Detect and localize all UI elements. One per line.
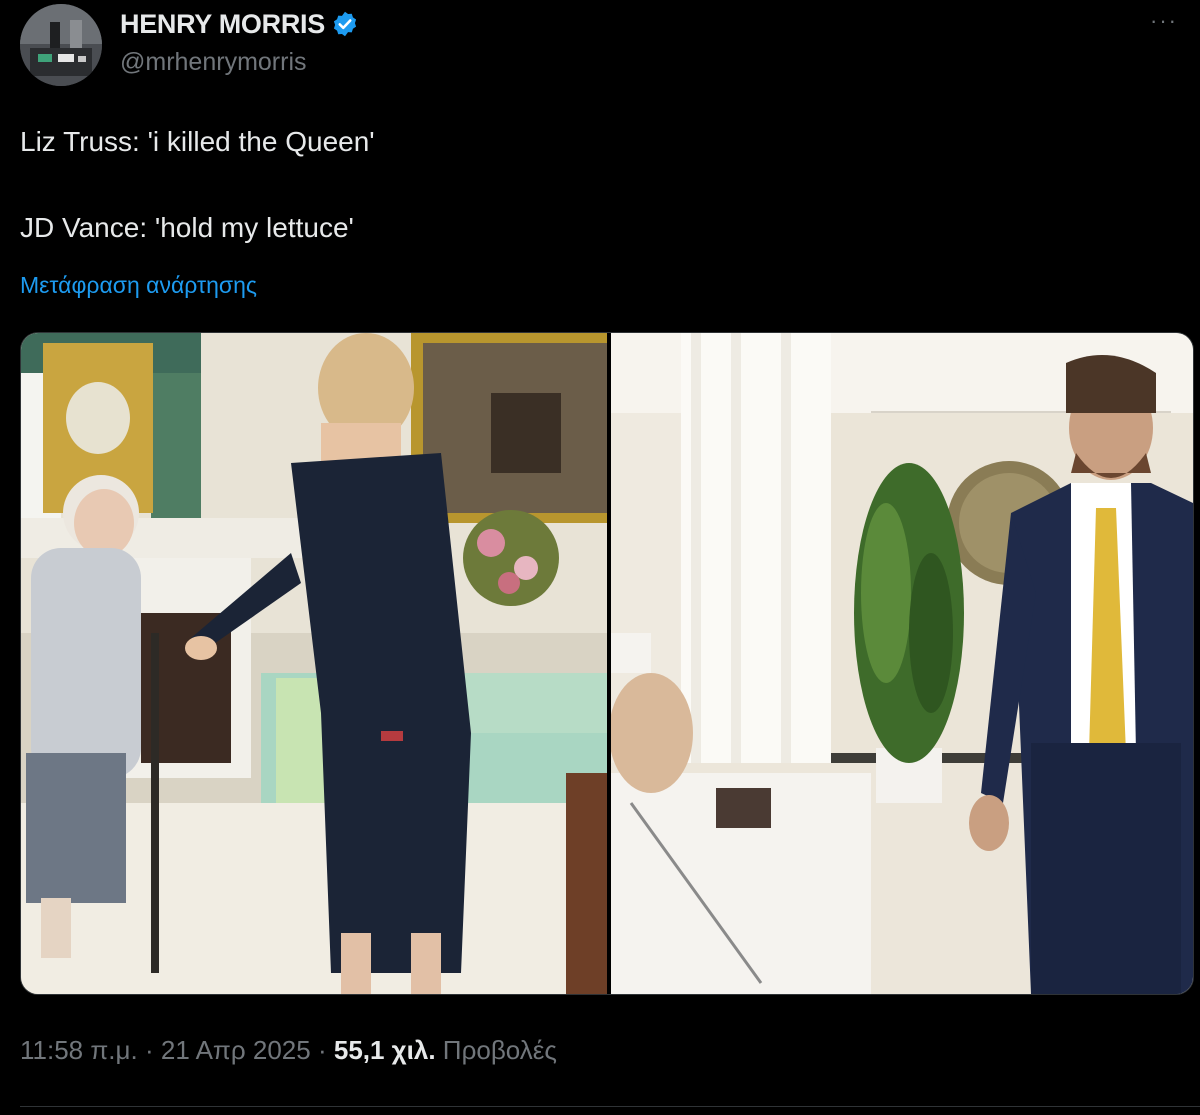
tweet-text-line: Liz Truss: 'i killed the Queen' xyxy=(20,126,375,157)
more-dots-icon[interactable]: ··· xyxy=(1150,8,1178,34)
views-label: Προβολές xyxy=(442,1035,557,1065)
author-info: HENRY MORRIS @mrhenrymorris xyxy=(120,6,359,77)
author-display-name[interactable]: HENRY MORRIS xyxy=(120,9,325,40)
views-count: 55,1 χιλ. xyxy=(333,1035,436,1065)
photo-right-image xyxy=(611,333,1193,994)
post-time[interactable]: 11:58 π.μ. xyxy=(20,1035,138,1065)
avatar-image xyxy=(20,4,102,86)
verified-badge-icon[interactable] xyxy=(331,10,359,38)
media-grid xyxy=(20,332,1194,995)
author-handle[interactable]: @mrhenrymorris xyxy=(120,48,359,77)
photo-right[interactable] xyxy=(611,333,1193,994)
photo-left[interactable] xyxy=(21,333,607,994)
tweet-text: Liz Truss: 'i killed the Queen' JD Vance… xyxy=(20,120,1170,249)
tweet-text-line: JD Vance: 'hold my lettuce' xyxy=(20,212,354,243)
author-avatar[interactable] xyxy=(20,4,102,86)
divider xyxy=(20,1106,1200,1107)
post-date[interactable]: 21 Απρ 2025 xyxy=(161,1035,311,1065)
author-name-row: HENRY MORRIS xyxy=(120,6,359,42)
meta-separator: · xyxy=(144,1035,154,1065)
post-meta: 11:58 π.μ. · 21 Απρ 2025 · 55,1 χιλ. Προ… xyxy=(20,1035,557,1066)
tweet-text-line xyxy=(20,163,1170,206)
translate-post-link[interactable]: Μετάφραση ανάρτησης xyxy=(20,272,257,299)
meta-separator: · xyxy=(317,1035,327,1065)
tweet-post: HENRY MORRIS @mrhenrymorris ··· Liz Trus… xyxy=(0,0,1200,1115)
photo-left-image xyxy=(21,333,607,994)
